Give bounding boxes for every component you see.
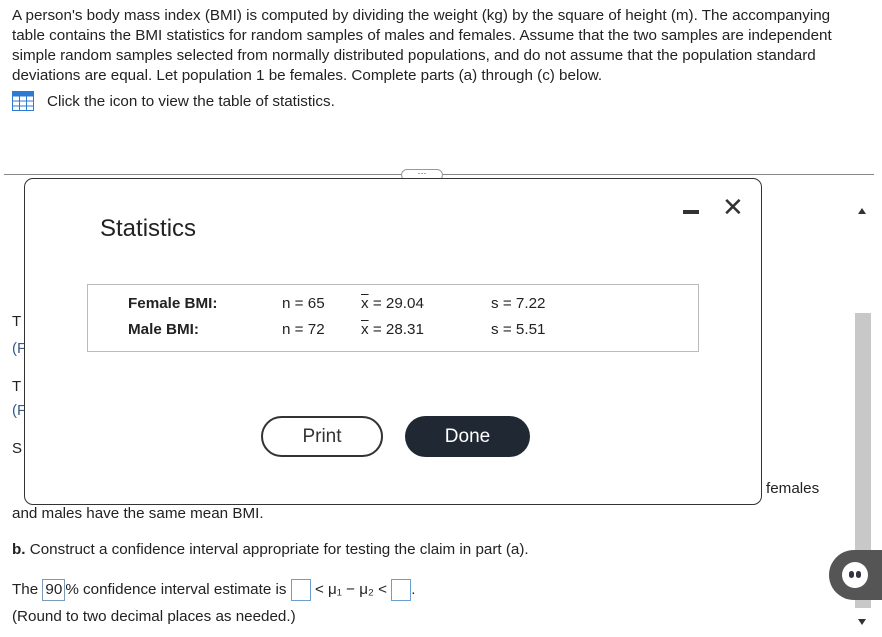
ci-mid-text: % confidence interval estimate is — [65, 581, 287, 599]
problem-text: A person's body mass index (BMI) is comp… — [12, 7, 832, 84]
dialog-title: Statistics — [100, 215, 197, 242]
done-button[interactable]: Done — [405, 416, 530, 457]
ci-level-box: 90 — [42, 579, 66, 602]
table-link[interactable]: Click the icon to view the table of stat… — [12, 91, 335, 111]
row-label: Male BMI: — [128, 321, 199, 338]
sample-sd: s = 5.51 — [491, 321, 546, 338]
sample-sd: s = 7.22 — [491, 295, 546, 312]
round-note: (Round to two decimal places as needed.) — [12, 608, 296, 625]
sample-size: n = 65 — [282, 295, 325, 312]
sample-size: n = 72 — [282, 321, 325, 338]
row-label: Female BMI: — [128, 295, 218, 312]
part-b-text: Construct a confidence interval appropri… — [29, 541, 529, 558]
table-grid-icon[interactable] — [12, 91, 34, 111]
bg-fragment: T — [12, 313, 22, 330]
table-row: Male BMI: n = 72 x = 28.31 s = 5.51 — [88, 321, 698, 341]
scroll-up-icon[interactable] — [858, 208, 866, 214]
part-b-question: b. Construct a confidence interval appro… — [12, 541, 529, 558]
statistics-table: Female BMI: n = 65 x = 29.04 s = 7.22 Ma… — [87, 284, 699, 352]
assistant-icon[interactable] — [842, 562, 868, 588]
sample-mean: x = 29.04 — [361, 295, 424, 312]
bg-fragment: S — [12, 440, 23, 457]
ci-prefix: The — [12, 581, 39, 599]
table-link-text[interactable]: Click the icon to view the table of stat… — [47, 93, 335, 110]
ci-upper-input[interactable] — [391, 579, 412, 601]
part-b-label: b. — [12, 541, 26, 558]
part-a-tail: and males have the same mean BMI. — [12, 505, 264, 522]
print-button[interactable]: Print — [261, 416, 383, 457]
problem-statement: A person's body mass index (BMI) is comp… — [12, 6, 857, 86]
assistant-button[interactable] — [829, 550, 882, 600]
statistics-dialog: Statistics ✕ Female BMI: n = 65 x = 29.0… — [24, 178, 762, 505]
ci-lower-input[interactable] — [290, 579, 311, 601]
close-icon[interactable]: ✕ — [722, 194, 744, 220]
table-row: Female BMI: n = 65 x = 29.04 s = 7.22 — [88, 295, 698, 315]
sample-mean: x = 28.31 — [361, 321, 424, 338]
scroll-down-icon[interactable] — [858, 619, 866, 625]
part-a-fragment: females — [766, 480, 820, 497]
ci-expression: < μ₁ − μ₂ < — [314, 581, 387, 599]
bg-fragment: T — [12, 378, 22, 395]
minimize-icon[interactable] — [683, 210, 699, 214]
ci-answer-line: The 90% confidence interval estimate is … — [12, 579, 415, 602]
